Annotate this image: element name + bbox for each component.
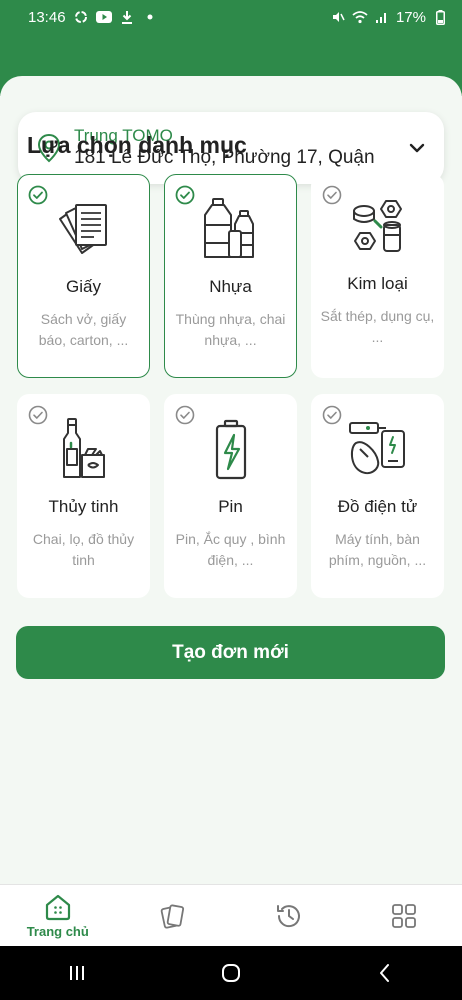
category-card-electronics[interactable]: Đồ điện tử Máy tính, bàn phím, nguồn, ..… bbox=[311, 394, 444, 598]
category-description: Thùng nhựa, chai nhựa, ... bbox=[175, 311, 286, 348]
more-notifications-dot-icon bbox=[142, 9, 158, 25]
back-icon[interactable] bbox=[373, 961, 397, 985]
status-left: 13:46 bbox=[28, 9, 158, 26]
nav-item-home[interactable]: Trang chủ bbox=[18, 892, 98, 939]
glass-icon bbox=[62, 418, 105, 478]
chevron-down-icon[interactable] bbox=[406, 137, 428, 159]
category-name: Thủy tinh bbox=[48, 497, 119, 516]
recent-apps-icon[interactable] bbox=[65, 961, 89, 985]
nav-item-menu[interactable] bbox=[364, 901, 444, 931]
status-time: 13:46 bbox=[28, 8, 66, 26]
category-description: Sắt thép, dụng cụ, ... bbox=[320, 308, 435, 345]
download-notification-icon bbox=[119, 9, 135, 25]
category-description: Sách vở, giấy báo, carton, ... bbox=[38, 311, 129, 348]
plastic-bottle-icon bbox=[203, 198, 254, 258]
category-card-paper[interactable]: Giấy Sách vở, giấy báo, carton, ... bbox=[17, 174, 150, 378]
electronics-icon bbox=[348, 422, 405, 475]
metal-icon bbox=[352, 200, 402, 252]
battery-icon bbox=[215, 419, 246, 480]
category-card-metal[interactable]: Kim loại Sắt thép, dụng cụ, ... bbox=[311, 174, 444, 378]
category-card-battery[interactable]: Pin Pin, Ắc quy , bình điện, ... bbox=[164, 394, 297, 598]
paper-icon bbox=[58, 204, 107, 254]
recycle-notification-icon bbox=[73, 9, 89, 25]
status-bar: 13:46 17% bbox=[0, 0, 462, 34]
bottom-navigation: Trang chủ bbox=[0, 884, 462, 946]
youtube-notification-icon bbox=[95, 9, 112, 25]
category-name: Giấy bbox=[66, 277, 101, 296]
category-name: Đồ điện tử bbox=[337, 497, 418, 516]
home-icon bbox=[45, 894, 70, 921]
category-description: Pin, Ắc quy , bình điện, ... bbox=[175, 531, 286, 568]
category-description: Chai, lọ, đồ thủy tinh bbox=[32, 531, 135, 568]
category-name: Pin bbox=[218, 497, 243, 516]
category-card-glass[interactable]: Thủy tinh Chai, lọ, đồ thủy tinh bbox=[17, 394, 150, 598]
nav-item-cards[interactable] bbox=[133, 901, 213, 931]
home-button-icon[interactable] bbox=[219, 961, 243, 985]
battery-percent: 17% bbox=[395, 8, 426, 26]
create-order-button[interactable]: Tạo đơn mới bbox=[16, 626, 445, 679]
section-title: Lựa chọn danh mục bbox=[27, 132, 247, 158]
check-circle-icon bbox=[28, 405, 48, 425]
signal-icon bbox=[374, 9, 390, 25]
category-grid: Giấy Sách vở, giấy báo, carton, ... Nhựa… bbox=[17, 174, 445, 598]
mute-icon bbox=[330, 9, 346, 25]
check-circle-icon bbox=[28, 185, 48, 205]
history-icon bbox=[276, 904, 300, 927]
battery-icon bbox=[432, 9, 448, 25]
check-circle-icon bbox=[175, 405, 195, 425]
grid-menu-icon bbox=[392, 903, 417, 928]
check-circle-icon bbox=[322, 185, 342, 205]
category-name: Nhựa bbox=[209, 277, 252, 296]
category-name: Kim loại bbox=[347, 274, 408, 293]
check-circle-icon bbox=[175, 185, 195, 205]
category-description: Máy tính, bàn phím, nguồn, ... bbox=[328, 531, 427, 568]
cards-icon bbox=[160, 904, 185, 929]
wifi-icon bbox=[352, 9, 368, 25]
category-card-plastic[interactable]: Nhựa Thùng nhựa, chai nhựa, ... bbox=[164, 174, 297, 378]
nav-label-home: Trang chủ bbox=[26, 924, 89, 939]
check-circle-icon bbox=[322, 405, 342, 425]
status-right: 17% bbox=[330, 9, 448, 26]
nav-item-history[interactable] bbox=[249, 901, 329, 931]
system-navigation-bar bbox=[0, 946, 462, 1000]
